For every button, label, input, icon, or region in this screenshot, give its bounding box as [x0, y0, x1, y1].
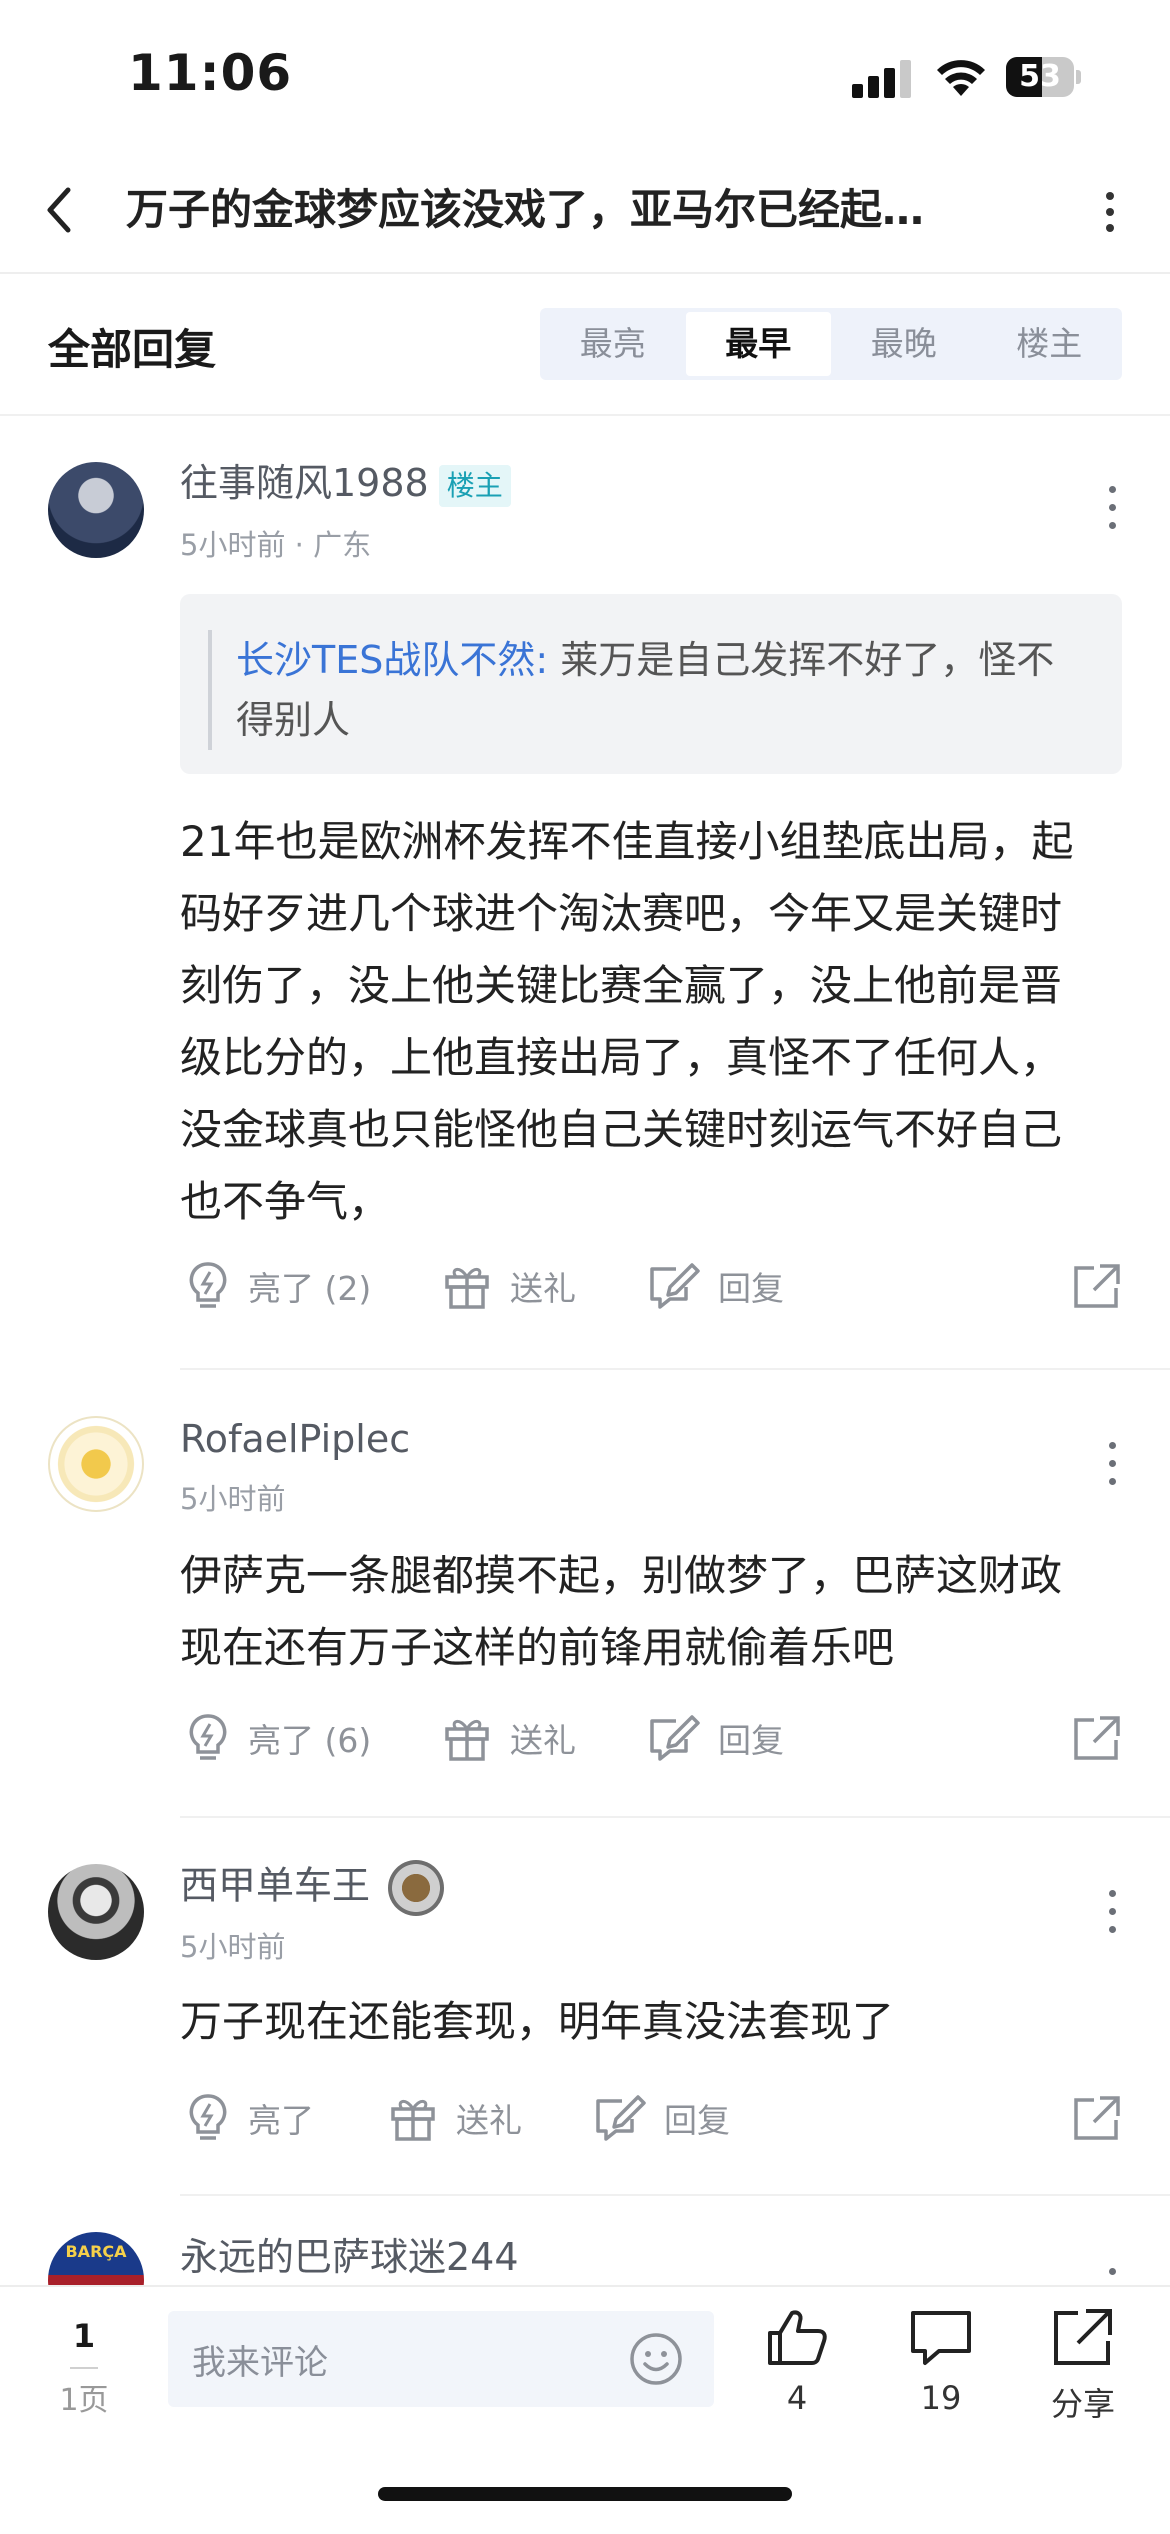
reply-button[interactable]: 回复	[646, 1708, 784, 1768]
username[interactable]: 西甲单车王	[180, 1860, 445, 1916]
reply-edit-icon	[596, 2095, 646, 2141]
reply-button[interactable]: 回复	[592, 2088, 730, 2148]
gift-icon	[445, 1720, 489, 1761]
reply-label: 回复	[718, 1721, 784, 1760]
comment-item: 西甲单车王 5小时前 万子现在还能套现，明年真没法套现了 亮了 送礼 回复	[0, 1818, 1170, 2196]
username-text: 西甲单车王	[180, 1863, 371, 1908]
more-vertical-icon[interactable]	[1100, 1442, 1124, 1496]
gift-icon	[391, 2100, 435, 2141]
page-number[interactable]: 1	[56, 2317, 112, 2355]
share-out-icon	[1054, 2309, 1112, 2365]
share-out-icon[interactable]	[1072, 1714, 1122, 1762]
gift-button[interactable]: 送礼	[442, 1708, 576, 1768]
avatar[interactable]	[48, 462, 144, 558]
page-divider	[70, 2367, 98, 2369]
thread-like-button[interactable]: 4	[752, 2307, 842, 2417]
gift-label: 送礼	[510, 1721, 576, 1760]
section-title: 全部回复	[48, 325, 217, 374]
thread-share-button[interactable]: 分享	[1038, 2307, 1128, 2425]
page-title: 万子的金球梦应该没戏了，亚马尔已经起…	[126, 185, 925, 234]
light-bulb-icon	[189, 1262, 227, 1308]
reply-edit-icon	[650, 1715, 700, 1761]
like-button[interactable]: 亮了	[186, 2088, 314, 2148]
comment-text: 伊萨克一条腿都摸不起，别做梦了，巴萨这财政现在还有万子这样的前锋用就偷着乐吧	[180, 1551, 1063, 1672]
comment-text: 万子现在还能套现，明年真没法套现了	[180, 1997, 895, 2046]
gift-label: 送礼	[510, 1269, 576, 1308]
like-label: 亮了 (6)	[248, 1721, 372, 1760]
comment-actions: 亮了 (6) 送礼 回复	[180, 1708, 1122, 1768]
comment-input[interactable]: 我来评论	[168, 2311, 714, 2407]
user-level-badge	[388, 1860, 445, 1916]
reply-button[interactable]: 回复	[646, 1256, 784, 1316]
thread-comment-button[interactable]: 19	[896, 2307, 986, 2417]
more-vertical-icon[interactable]	[1100, 1890, 1124, 1944]
comment-text: 21年也是欧洲杯发挥不佳直接小组垫底出局，起码好歹进几个球进个淘汰赛吧，今年又是…	[180, 817, 1074, 1226]
reply-label: 回复	[664, 2101, 730, 2140]
reply-edit-icon	[650, 1263, 700, 1309]
tab-earliest[interactable]: 最早	[685, 312, 831, 376]
username[interactable]: RofaelPiplec	[180, 1414, 410, 1464]
comment-item: BARÇA 永远的巴萨球迷244	[0, 2196, 1170, 2285]
comment-item: 往事随风1988 楼主 5小时前 · 广东 长沙TES战队不然: 莱万是自己发挥不…	[0, 414, 1170, 1370]
comment-input-placeholder: 我来评论	[192, 2343, 328, 2383]
tab-brightest[interactable]: 最亮	[540, 308, 686, 380]
owner-badge: 楼主	[438, 464, 511, 507]
share-out-icon[interactable]	[1072, 1262, 1122, 1310]
comment-count: 19	[920, 2379, 962, 2417]
username-text: 往事随风1988	[180, 461, 429, 505]
page-label[interactable]: 1页	[54, 2375, 114, 2419]
back-arrow-icon[interactable]	[34, 180, 84, 240]
battery-icon: 53	[1006, 57, 1082, 97]
avatar[interactable]	[48, 1416, 144, 1512]
status-time: 11:06	[128, 44, 293, 102]
quoted-username[interactable]: 长沙TES战队不然:	[236, 638, 548, 682]
more-vertical-icon[interactable]	[1100, 486, 1124, 540]
sort-bar: 全部回复 最亮 最早 最晚 楼主	[0, 272, 1170, 416]
reply-label: 回复	[718, 1269, 784, 1308]
nav-bar: 万子的金球梦应该没戏了，亚马尔已经起…	[0, 150, 1170, 274]
gift-button[interactable]: 送礼	[442, 1256, 576, 1316]
username[interactable]: 永远的巴萨球迷244	[180, 2232, 519, 2282]
comment-actions: 亮了 (2) 送礼 回复	[180, 1256, 1122, 1316]
light-bulb-icon	[189, 1714, 227, 1760]
share-out-icon[interactable]	[1072, 2094, 1122, 2142]
more-vertical-icon[interactable]	[1090, 182, 1130, 242]
avatar[interactable]	[48, 1864, 144, 1960]
tab-latest[interactable]: 最晚	[831, 308, 977, 380]
quoted-reply[interactable]: 长沙TES战队不然: 莱万是自己发挥不好了，怪不得别人	[180, 594, 1122, 774]
comment-actions: 亮了 送礼 回复	[180, 2088, 1122, 2148]
avatar[interactable]: BARÇA	[48, 2232, 144, 2285]
like-count: 4	[786, 2379, 808, 2417]
username[interactable]: 往事随风1988 楼主	[180, 458, 511, 508]
tab-owner-only[interactable]: 楼主	[977, 308, 1123, 380]
like-label: 亮了 (2)	[248, 1269, 372, 1308]
signal-icon	[852, 60, 912, 98]
battery-percent: 53	[1019, 59, 1061, 94]
smiley-icon[interactable]	[628, 2331, 684, 2387]
comment-item: RofaelPiplec 5小时前 伊萨克一条腿都摸不起，别做梦了，巴萨这财政现…	[0, 1370, 1170, 1818]
gift-icon	[445, 1268, 489, 1309]
comment-meta: 5小时前	[180, 1930, 286, 1964]
like-button[interactable]: 亮了 (2)	[186, 1256, 371, 1316]
like-label: 亮了	[248, 2101, 314, 2140]
share-label: 分享	[1050, 2385, 1115, 2423]
status-bar: 11:06 53	[0, 0, 1170, 150]
wifi-icon	[937, 60, 985, 96]
avatar-text: BARÇA	[65, 2242, 127, 2261]
comment-meta: 5小时前 · 广东	[180, 528, 372, 562]
like-button[interactable]: 亮了 (6)	[186, 1708, 371, 1768]
home-indicator[interactable]	[378, 2487, 792, 2501]
gift-button[interactable]: 送礼	[388, 2088, 522, 2148]
more-vertical-icon[interactable]	[1100, 2268, 1124, 2285]
thumbs-up-icon	[768, 2310, 827, 2365]
comment-bubble-icon	[911, 2311, 971, 2365]
sort-tabs: 最亮 最早 最晚 楼主	[540, 308, 1122, 380]
comment-meta: 5小时前	[180, 1482, 286, 1516]
gift-label: 送礼	[456, 2101, 522, 2140]
light-bulb-icon	[189, 2094, 227, 2140]
